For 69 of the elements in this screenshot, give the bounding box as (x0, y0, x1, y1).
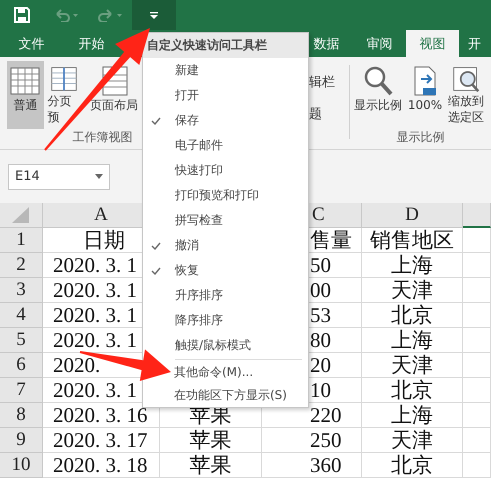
table-cell (463, 453, 491, 478)
table-cell (463, 253, 491, 278)
ribbon-tab[interactable]: 开 (459, 30, 490, 57)
table-cell: 北京 (362, 303, 463, 328)
normal-view-button[interactable]: 普通 (7, 61, 44, 129)
table-cell: 天津 (362, 428, 463, 453)
table-cell: 苹果 (160, 453, 262, 478)
ribbon-option-label[interactable]: 题 (309, 105, 349, 123)
row-header[interactable]: 7 (0, 378, 43, 403)
table-cell (463, 278, 491, 303)
table-cell: 天津 (362, 278, 463, 303)
table-cell: 上海 (362, 403, 463, 428)
row-header[interactable]: 1 (0, 228, 43, 253)
menu-item[interactable]: 打开 (143, 83, 308, 108)
table-cell: 上海 (362, 253, 463, 278)
ribbon-tab[interactable]: 文件 (0, 30, 63, 57)
dropdown-icon (150, 12, 158, 18)
check-icon (151, 266, 161, 274)
redo-icon[interactable] (97, 8, 123, 22)
check-icon (151, 242, 161, 250)
table-cell: 苹果 (160, 428, 262, 453)
row-header[interactable]: 3 (0, 278, 43, 303)
ribbon-tab[interactable]: 视图 (406, 30, 459, 57)
menu-title: 自定义快速访问工具栏 (143, 33, 308, 58)
table-cell: 2020. 3. 18 (43, 453, 160, 478)
zoom-view-button[interactable]: 显示比例 (354, 61, 402, 129)
row-header[interactable]: 10 (0, 453, 43, 478)
customize-toolbar-button[interactable] (132, 0, 176, 30)
table-cell: 北京 (362, 378, 463, 403)
table-cell (463, 428, 491, 453)
ribbon-option-label[interactable]: 辑栏 (309, 73, 349, 91)
table-cell: 2020. 3. 17 (43, 428, 160, 453)
magnifier-icon (362, 65, 394, 97)
group-label: 工作簿视图 (72, 129, 134, 146)
row-header[interactable]: 2 (0, 253, 43, 278)
column-header[interactable]: D (362, 203, 463, 228)
table-cell (463, 353, 491, 378)
table-cell: 360 (262, 453, 362, 478)
row-header[interactable]: 9 (0, 428, 43, 453)
column-header[interactable] (463, 203, 491, 228)
table-cell (463, 403, 491, 428)
menu-item[interactable]: 电子邮件 (143, 133, 308, 158)
row-header[interactable]: 4 (0, 303, 43, 328)
hundred-view-button[interactable]: 100% (405, 61, 445, 129)
selection-view-button[interactable]: 缩放到 选定区 (448, 61, 484, 129)
check-icon (151, 116, 161, 124)
name-box[interactable]: E14 (8, 164, 110, 190)
table-cell: 北京 (362, 453, 463, 478)
ribbon-tab[interactable]: 开始 (63, 30, 120, 57)
row-header[interactable]: 8 (0, 403, 43, 428)
table-cell: 天津 (362, 353, 463, 378)
group-label: 显示比例 (396, 129, 446, 146)
save-icon[interactable] (14, 7, 30, 23)
menu-item[interactable]: 新建 (143, 58, 308, 83)
ribbon-tab[interactable]: 审阅 (353, 30, 406, 57)
table-cell (463, 378, 491, 403)
row-header[interactable]: 5 (0, 328, 43, 353)
triangle-icon (12, 207, 30, 223)
row-header[interactable]: 6 (0, 353, 43, 378)
table-cell (463, 228, 491, 253)
pagebreak-view-button[interactable]: 分页 预 (48, 61, 86, 129)
grid-icon (9, 65, 42, 97)
menu-item[interactable]: 快速打印 (143, 158, 308, 183)
menu-item[interactable]: 保存 (143, 108, 308, 133)
table-cell (463, 328, 491, 353)
table-cell (463, 303, 491, 328)
table-cell: 销售地区 (362, 228, 463, 253)
table-cell: 上海 (362, 328, 463, 353)
table-cell: 250 (262, 428, 362, 453)
